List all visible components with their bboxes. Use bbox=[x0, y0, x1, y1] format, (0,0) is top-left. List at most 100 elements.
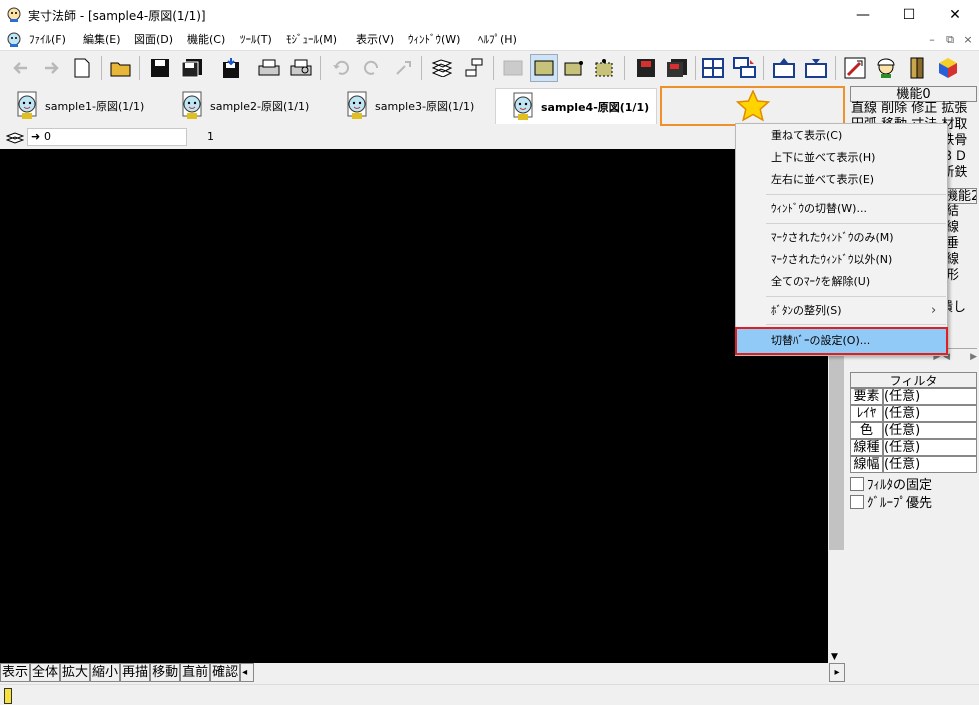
menu-item-tile-horizontal[interactable]: 上下に並べて表示(H) bbox=[737, 147, 946, 169]
menu-item-arrange-buttons[interactable]: ﾎﾞﾀﾝの整列(S) bbox=[737, 300, 946, 322]
measure-tool-icon[interactable] bbox=[841, 54, 869, 82]
menu-item-tile-vertical[interactable]: 左右に並べて表示(E) bbox=[737, 169, 946, 191]
filter-lock-checkbox[interactable]: ﾌｨﾙﾀの固定 bbox=[850, 477, 932, 494]
minimize-button[interactable]: — bbox=[840, 0, 886, 30]
tab-label: sample3-原図(1/1) bbox=[375, 100, 475, 113]
new-file-icon[interactable] bbox=[68, 54, 96, 82]
toolbar-separator bbox=[320, 56, 321, 80]
filter-label-linetype: 線種 bbox=[850, 439, 883, 456]
menu-help[interactable]: ﾍﾙﾌﾟ(H) bbox=[478, 32, 517, 48]
filter-linetype-select[interactable]: (任意) bbox=[883, 439, 977, 456]
menu-item-switchbar-settings[interactable]: 切替ﾊﾞｰの設定(O)... bbox=[735, 327, 948, 355]
fill-rect-icon[interactable] bbox=[530, 54, 558, 82]
grid-off-icon[interactable] bbox=[499, 54, 527, 82]
menu-tools[interactable]: ﾂｰﾙ(T) bbox=[240, 32, 272, 48]
confirm-button[interactable]: 確認 bbox=[210, 663, 241, 682]
menu-function[interactable]: 機能(C) bbox=[187, 32, 225, 48]
menu-item-switch-window[interactable]: ｳｨﾝﾄﾞｳの切替(W)... bbox=[737, 198, 946, 220]
redo-icon[interactable] bbox=[358, 54, 386, 82]
forward-arrow-icon[interactable] bbox=[38, 54, 66, 82]
layer-value: 0 bbox=[44, 130, 51, 143]
toolbar-separator bbox=[624, 56, 625, 80]
star-icon bbox=[735, 90, 770, 122]
menu-window[interactable]: ｳｨﾝﾄﾞｳ(W) bbox=[408, 32, 460, 48]
previous-view-button[interactable]: 直前 bbox=[180, 663, 211, 682]
tab-label: sample2-原図(1/1) bbox=[210, 100, 310, 113]
open-folder-icon[interactable] bbox=[107, 54, 135, 82]
save-all-icon[interactable] bbox=[178, 54, 206, 82]
tab-sample1[interactable]: sample1-原図(1/1) bbox=[0, 88, 162, 124]
filter-label-color: 色 bbox=[850, 422, 883, 439]
drawing-canvas[interactable] bbox=[0, 149, 828, 663]
filter-layer-select[interactable]: (任意) bbox=[883, 405, 977, 422]
menu-item-except-marked[interactable]: ﾏｰｸされたｳｨﾝﾄﾞｳ以外(N) bbox=[737, 249, 946, 271]
scroll-left-icon[interactable]: ◂ bbox=[240, 663, 255, 682]
menu-module[interactable]: ﾓｼﾞｭｰﾙ(M) bbox=[286, 32, 337, 48]
document-face-icon bbox=[513, 92, 533, 120]
worker-icon[interactable] bbox=[872, 54, 900, 82]
maximize-button[interactable]: ☐ bbox=[886, 0, 932, 30]
filter-element-select[interactable]: (任意) bbox=[883, 388, 977, 405]
select-dots-icon[interactable] bbox=[591, 54, 619, 82]
menu-item-clear-marks[interactable]: 全てのﾏｰｸを解除(U) bbox=[737, 271, 946, 293]
document-icon[interactable] bbox=[6, 32, 22, 48]
scroll-right-icon[interactable]: ▸ bbox=[829, 663, 845, 682]
menu-view[interactable]: 表示(V) bbox=[356, 32, 394, 48]
print-preview-icon[interactable] bbox=[287, 54, 315, 82]
arrange-up-icon[interactable] bbox=[770, 54, 798, 82]
save-as-icon[interactable] bbox=[218, 54, 246, 82]
pan-button[interactable]: 移動 bbox=[150, 663, 181, 682]
save-icon[interactable] bbox=[146, 54, 174, 82]
color-cube-icon[interactable] bbox=[934, 54, 962, 82]
exit-door-icon[interactable] bbox=[903, 54, 931, 82]
function-row[interactable]: 直線 削除 修正 拡張 bbox=[851, 101, 977, 117]
cascade-windows-icon[interactable] bbox=[731, 54, 759, 82]
menu-file[interactable]: ﾌｧｲﾙ(F) bbox=[29, 32, 66, 48]
tab-sample4[interactable]: sample4-原図(1/1) bbox=[495, 88, 657, 124]
layer-select[interactable]: ➜ 0 bbox=[27, 128, 187, 146]
print-icon[interactable] bbox=[255, 54, 283, 82]
tab-sample2[interactable]: sample2-原図(1/1) bbox=[165, 88, 327, 124]
zoom-in-button[interactable]: 拡大 bbox=[60, 663, 91, 682]
checkbox-box[interactable] bbox=[850, 495, 864, 509]
tab-sample3[interactable]: sample3-原図(1/1) bbox=[330, 88, 492, 124]
menu-item-cascade[interactable]: 重ねて表示(C) bbox=[737, 125, 946, 147]
view-fit-button[interactable]: 全体 bbox=[30, 663, 61, 682]
red-save-icon[interactable] bbox=[632, 54, 660, 82]
document-face-icon bbox=[182, 91, 202, 119]
menu-drawing[interactable]: 図面(D) bbox=[134, 32, 173, 48]
menu-edit[interactable]: 編集(E) bbox=[83, 32, 121, 48]
view-display-button[interactable]: 表示 bbox=[0, 663, 31, 682]
checkbox-box[interactable] bbox=[850, 477, 864, 491]
arrange-down-icon[interactable] bbox=[802, 54, 830, 82]
redo-alt-icon[interactable] bbox=[389, 54, 417, 82]
mdi-close-button[interactable]: × bbox=[961, 33, 975, 47]
tile-windows-icon[interactable] bbox=[699, 54, 727, 82]
close-button[interactable]: ✕ bbox=[932, 0, 978, 30]
back-arrow-icon[interactable] bbox=[6, 54, 34, 82]
toolbar-separator bbox=[139, 56, 140, 80]
layers-icon[interactable] bbox=[428, 54, 456, 82]
layers-small-icon[interactable] bbox=[5, 130, 25, 144]
mdi-minimize-button[interactable]: – bbox=[925, 33, 939, 47]
switch-bar-empty-slot[interactable] bbox=[660, 86, 845, 126]
align-icon[interactable] bbox=[460, 54, 488, 82]
undo-icon[interactable] bbox=[327, 54, 355, 82]
menu-separator bbox=[766, 324, 946, 325]
zoom-out-button[interactable]: 縮小 bbox=[90, 663, 121, 682]
toolbar-separator bbox=[493, 56, 494, 80]
mdi-restore-button[interactable]: ⧉ bbox=[943, 33, 957, 47]
scroll-down-icon[interactable]: ▼ bbox=[831, 652, 838, 662]
filter-color-select[interactable]: (任意) bbox=[883, 422, 977, 439]
horizontal-scroll-track[interactable] bbox=[254, 663, 829, 682]
menu-item-marked-only[interactable]: ﾏｰｸされたｳｨﾝﾄﾞｳのみ(M) bbox=[737, 227, 946, 249]
document-face-icon bbox=[17, 91, 37, 119]
redraw-button[interactable]: 再描 bbox=[120, 663, 151, 682]
app-icon[interactable] bbox=[6, 7, 22, 23]
filter-linewidth-select[interactable]: (任意) bbox=[883, 456, 977, 473]
document-face-icon bbox=[347, 91, 367, 119]
red-save-all-icon[interactable] bbox=[663, 54, 691, 82]
toolbar-separator bbox=[101, 56, 102, 80]
select-rect-icon[interactable] bbox=[560, 54, 588, 82]
group-priority-checkbox[interactable]: ｸﾞﾙｰﾌﾟ優先 bbox=[850, 495, 932, 512]
